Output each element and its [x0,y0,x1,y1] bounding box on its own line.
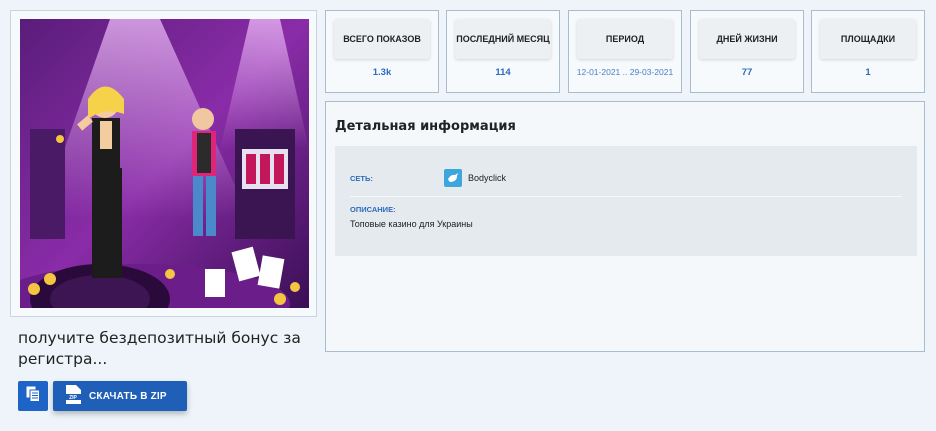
creative-title: получите бездепозитный бонус за регистра… [18,329,301,368]
stat-label: ПЕРИОД [577,19,673,59]
stat-value: 12-01-2021 .. 29-03-2021 [576,67,674,77]
detail-box: СЕТЬ: Bodyclick ОПИСАНИЕ: Топовые казино… [335,146,917,256]
description-label: ОПИСАНИЕ: [350,205,396,214]
stat-period: ПЕРИОД 12-01-2021 .. 29-03-2021 [568,10,682,93]
stat-label: ПОСЛЕДНИЙ МЕСЯЦ [455,19,551,59]
stat-value: 77 [741,67,753,78]
stat-value: 1.3k [372,67,392,78]
description-text: Топовые казино для Украины [350,219,473,229]
copy-button[interactable] [18,381,48,411]
svg-text:ZIP: ZIP [69,395,77,401]
download-zip-button[interactable]: ZIP СКАЧАТЬ В ZIP [53,381,187,411]
bird-logo-icon [444,169,462,187]
copy-icon [26,386,40,406]
stat-value: 114 [495,67,511,78]
creative-card [10,10,317,317]
stat-label: ВСЕГО ПОКАЗОВ [334,19,430,59]
network-name: Bodyclick [468,173,507,183]
stat-platforms: ПЛОЩАДКИ 1 [811,10,925,93]
download-zip-label: СКАЧАТЬ В ZIP [89,390,167,402]
network-link[interactable]: Bodyclick [444,169,506,187]
creative-image[interactable] [20,19,309,308]
divider [350,196,902,197]
stat-total-impressions: ВСЕГО ПОКАЗОВ 1.3k [325,10,439,93]
stat-label: ДНЕЙ ЖИЗНИ [699,19,795,59]
detail-panel: Детальная информация СЕТЬ: Bodyclick ОПИ… [325,101,925,352]
zip-file-icon: ZIP [65,384,81,408]
stat-last-month: ПОСЛЕДНИЙ МЕСЯЦ 114 [446,10,560,93]
stat-label: ПЛОЩАДКИ [820,19,916,59]
stat-value: 1 [865,67,871,78]
detail-heading: Детальная информация [335,119,516,134]
network-label: СЕТЬ: [350,174,373,183]
stat-days-alive: ДНЕЙ ЖИЗНИ 77 [690,10,804,93]
